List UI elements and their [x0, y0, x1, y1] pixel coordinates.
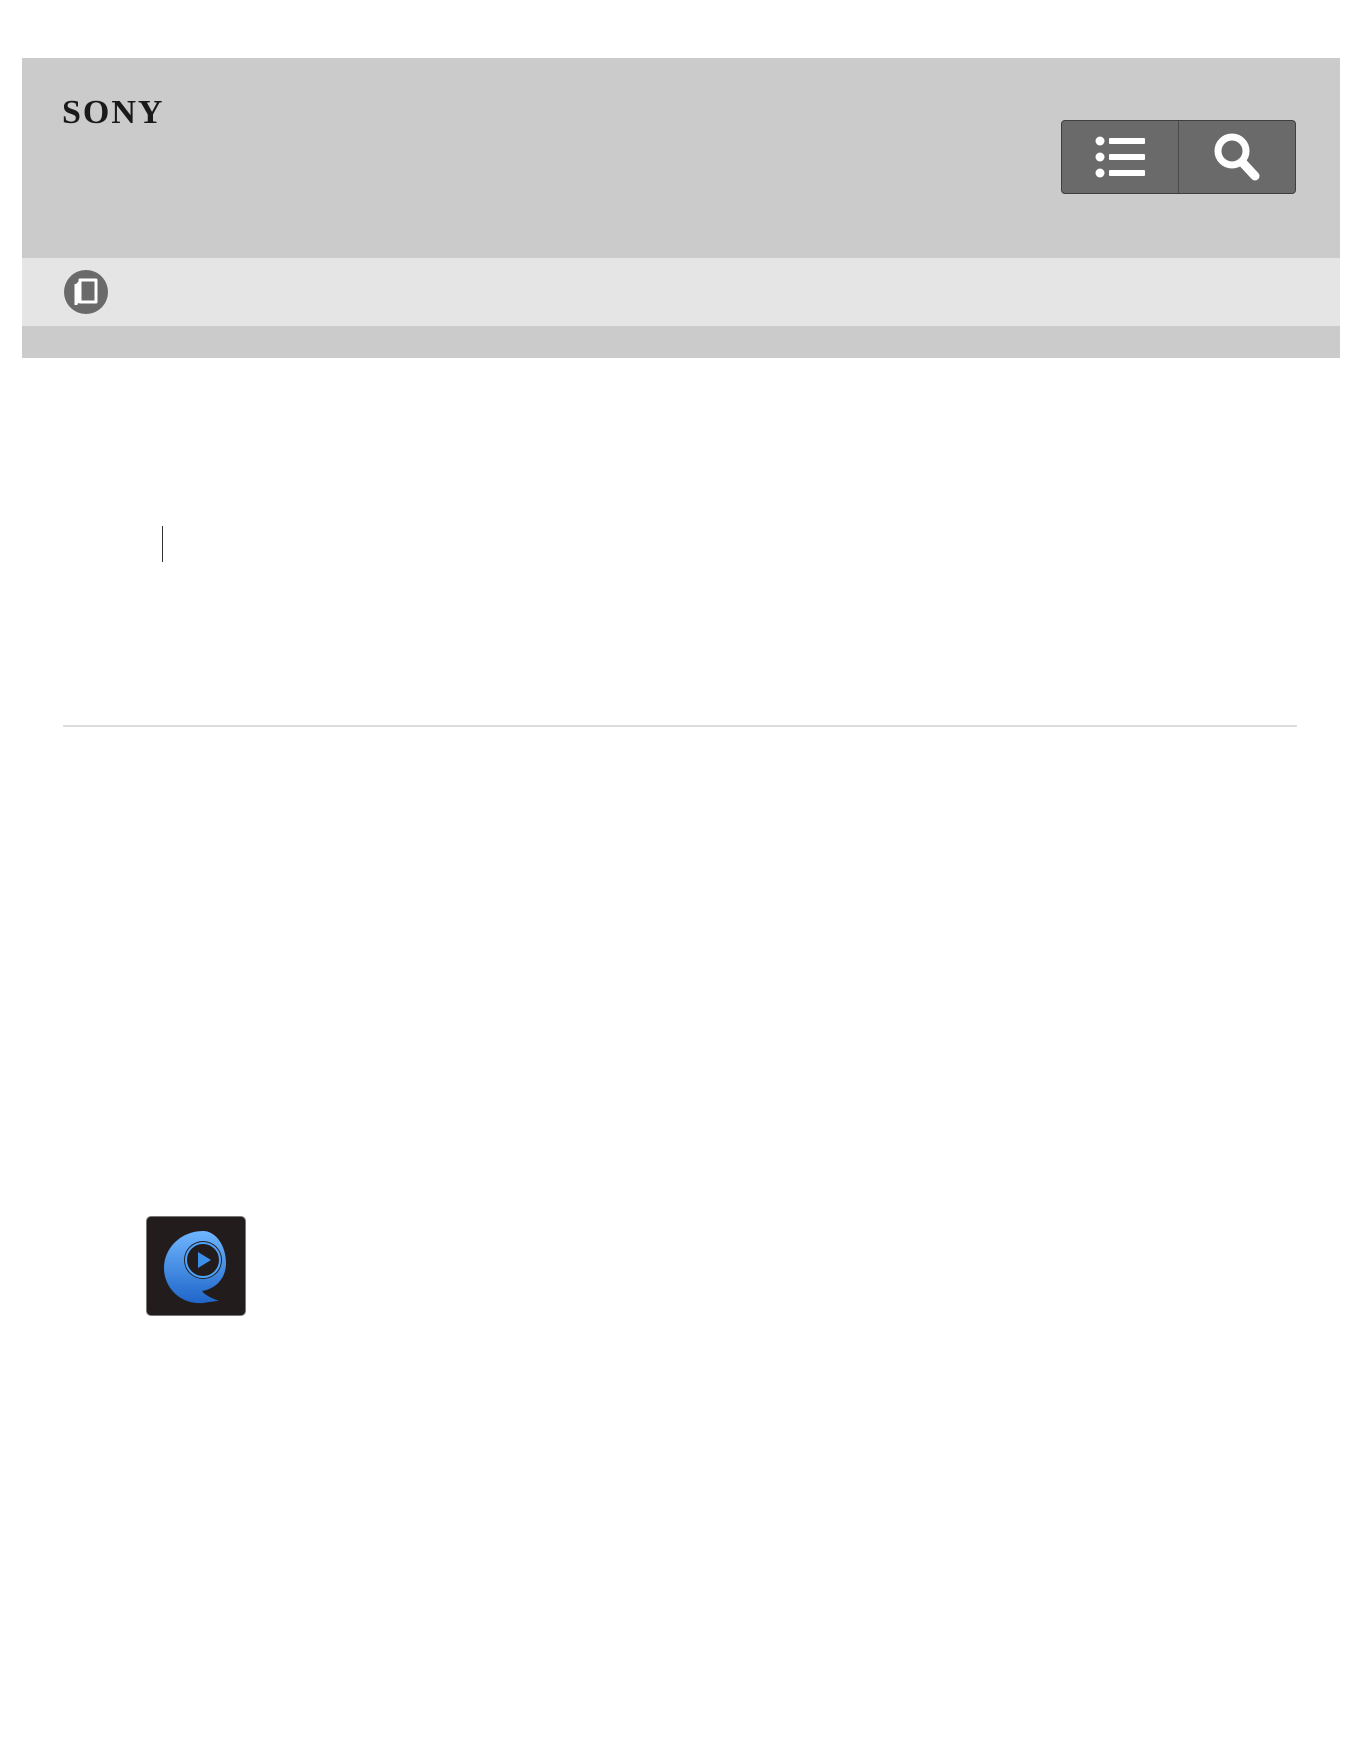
search-icon — [1214, 133, 1260, 181]
site-header: SONY — [22, 58, 1340, 358]
book-icon[interactable] — [64, 270, 108, 314]
header-button-group — [1061, 120, 1296, 194]
breadcrumb-separator — [162, 526, 163, 562]
section-divider — [63, 725, 1297, 727]
subheader-bar — [22, 258, 1340, 326]
video-play-app-icon — [147, 1217, 245, 1315]
sony-logo: SONY — [62, 94, 165, 131]
toc-button[interactable] — [1062, 121, 1178, 193]
list-icon — [1095, 136, 1145, 178]
search-button[interactable] — [1178, 121, 1295, 193]
